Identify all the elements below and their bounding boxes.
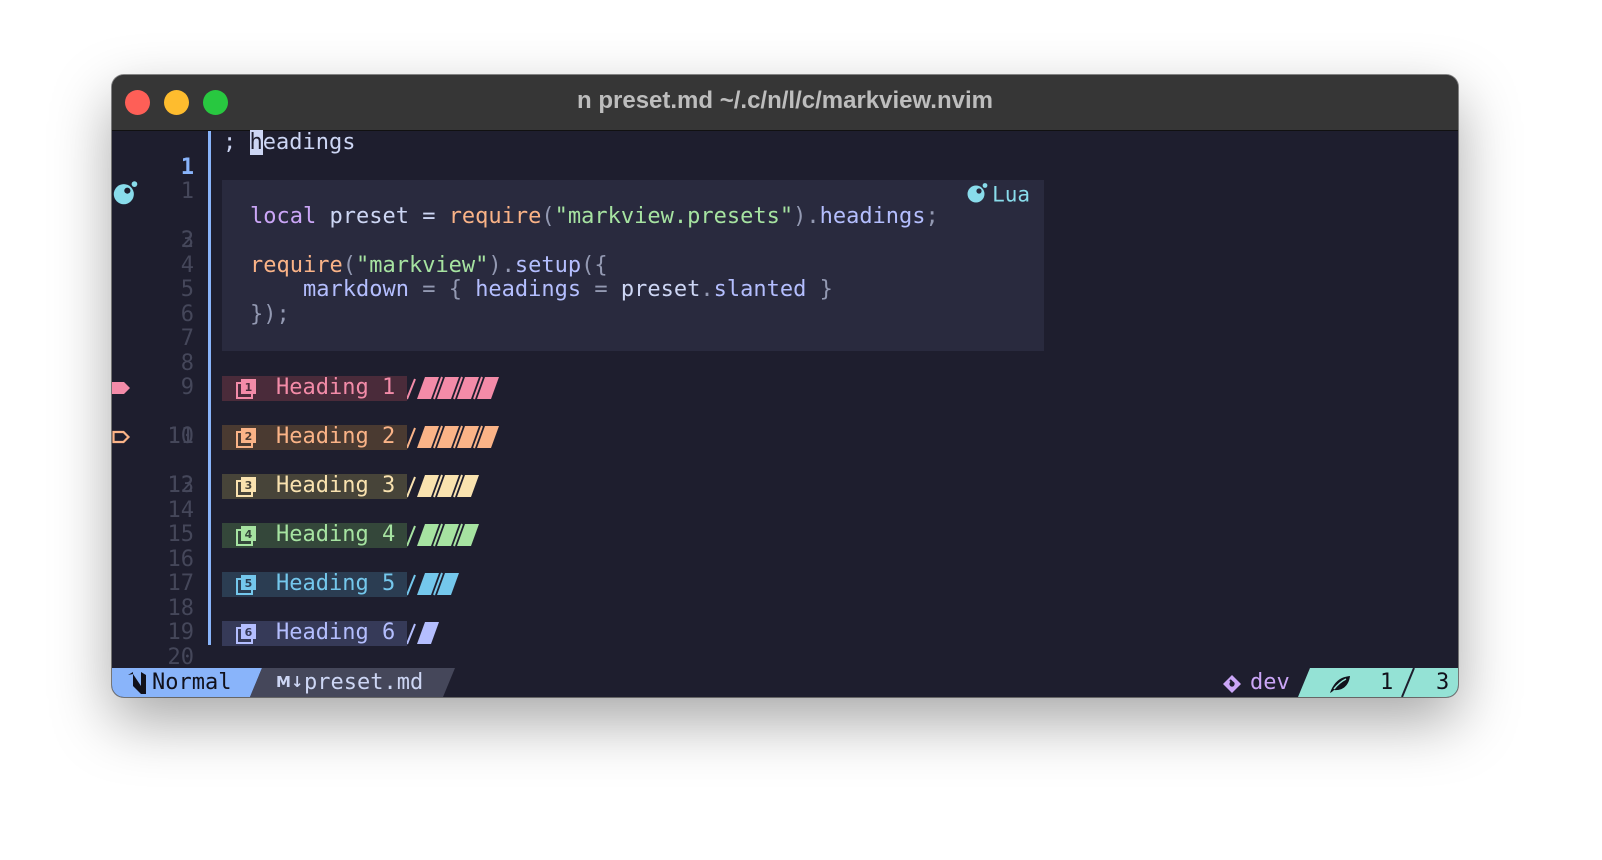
buffer-line: 9 bbox=[112, 352, 1458, 399]
window-title: n preset.md ~/.c/n/l/c/markview.nvim bbox=[577, 87, 993, 114]
leaf-icon bbox=[1328, 673, 1352, 697]
svg-text:2: 2 bbox=[245, 430, 253, 443]
heading-4-icon: 4 bbox=[236, 526, 256, 546]
buffer-line: 11 bbox=[112, 401, 1458, 448]
position-total: 3 bbox=[1436, 670, 1450, 695]
heading-5-icon: 5 bbox=[236, 575, 256, 595]
heading-slants bbox=[406, 572, 459, 596]
svg-text:5: 5 bbox=[245, 577, 253, 590]
buffer-line: 16 4 Heading 4 bbox=[112, 522, 1458, 571]
buffer-line: 13 bbox=[112, 450, 1458, 497]
buffer-line: 5 require("markview").setup({ bbox=[112, 252, 1458, 302]
heading-label: Heading 6 bbox=[276, 620, 396, 645]
mode-indicator: Normal bbox=[112, 668, 262, 697]
line-number: 20 bbox=[167, 644, 195, 670]
heading-slants bbox=[406, 425, 499, 449]
buffer-line: 15 bbox=[112, 499, 1458, 546]
buffer-line: 1 bbox=[112, 156, 1458, 203]
svg-text:3: 3 bbox=[245, 479, 253, 492]
svg-text:1: 1 bbox=[245, 381, 253, 394]
neovim-icon bbox=[126, 672, 148, 697]
lua-icon bbox=[112, 180, 142, 205]
svg-text:4: 4 bbox=[245, 528, 253, 541]
cursor: h bbox=[249, 130, 263, 155]
buffer-line: 3 local preset = require("markview.prese… bbox=[112, 203, 1458, 253]
heading-1-icon: 1 bbox=[236, 379, 256, 399]
git-icon bbox=[1222, 673, 1242, 697]
buffer-line: 6 markdown = { headings = preset.slanted… bbox=[112, 277, 1458, 326]
heading-slants bbox=[406, 376, 499, 400]
buffer-line: 10 1 Heading 1 bbox=[112, 375, 1458, 449]
buffer-line: 19 bbox=[112, 597, 1458, 644]
heading-slants bbox=[406, 474, 479, 498]
line-text-rest: eadings bbox=[262, 130, 356, 155]
code-line: require("markview").setup({ bbox=[250, 252, 608, 278]
heading-slants bbox=[406, 622, 439, 645]
bookmark-outline-icon bbox=[112, 425, 142, 450]
line-text-prefix: ; bbox=[223, 130, 250, 155]
title-bar: n preset.md ~/.c/n/l/c/markview.nvim bbox=[112, 75, 1458, 131]
branch-name: dev bbox=[1250, 670, 1290, 695]
line-text: ; headings bbox=[223, 130, 356, 156]
heading-3-icon: 3 bbox=[236, 477, 256, 497]
markdown-icon: M↓ bbox=[276, 673, 304, 691]
terminal-window: n preset.md ~/.c/n/l/c/markview.nvim Lua… bbox=[112, 75, 1458, 697]
heading-label: Heading 3 bbox=[276, 473, 396, 498]
heading-slants bbox=[406, 523, 479, 547]
heading-6-icon: 6 bbox=[236, 624, 256, 644]
code-line: markdown = { headings = preset.slanted } bbox=[302, 277, 833, 302]
editor-buffer[interactable]: Lua 1 ; headings 1 2 3 local preset = re… bbox=[112, 130, 1458, 669]
mode-label: Normal bbox=[152, 670, 232, 695]
heading-label: Heading 4 bbox=[276, 522, 396, 547]
cursor-position: 1 3 bbox=[1298, 668, 1458, 697]
buffer-line: 12 2 Heading 2 bbox=[112, 424, 1458, 498]
buffer-line: 14 3 Heading 3 bbox=[112, 473, 1458, 522]
heading-label: Heading 2 bbox=[276, 424, 396, 449]
buffer-line: 7 }); bbox=[112, 301, 1458, 351]
buffer-line: 17 bbox=[112, 548, 1458, 595]
status-line: Normal M↓ preset.md dev 1 3 bbox=[112, 668, 1458, 697]
buffer-line: 18 5 Heading 5 bbox=[112, 571, 1458, 620]
svg-text:6: 6 bbox=[245, 626, 253, 639]
file-indicator: M↓ preset.md bbox=[262, 668, 452, 697]
code-line: local preset = require("markview.presets… bbox=[250, 203, 939, 229]
buffer-line: 2 bbox=[112, 180, 1458, 253]
buffer-line: 4 bbox=[112, 229, 1458, 277]
heading-label: Heading 1 bbox=[276, 375, 396, 400]
bookmark-filled-icon bbox=[112, 376, 142, 401]
buffer-line: 1 ; headings bbox=[112, 130, 1458, 179]
heading-label: Heading 5 bbox=[276, 571, 396, 596]
code-line: }); bbox=[250, 301, 290, 327]
heading-2-icon: 2 bbox=[236, 428, 256, 448]
buffer-line: 20 6 Heading 6 bbox=[112, 620, 1458, 669]
position-current: 1 bbox=[1380, 670, 1394, 695]
buffer-line: 8 bbox=[112, 327, 1458, 375]
file-name: preset.md bbox=[304, 670, 424, 695]
